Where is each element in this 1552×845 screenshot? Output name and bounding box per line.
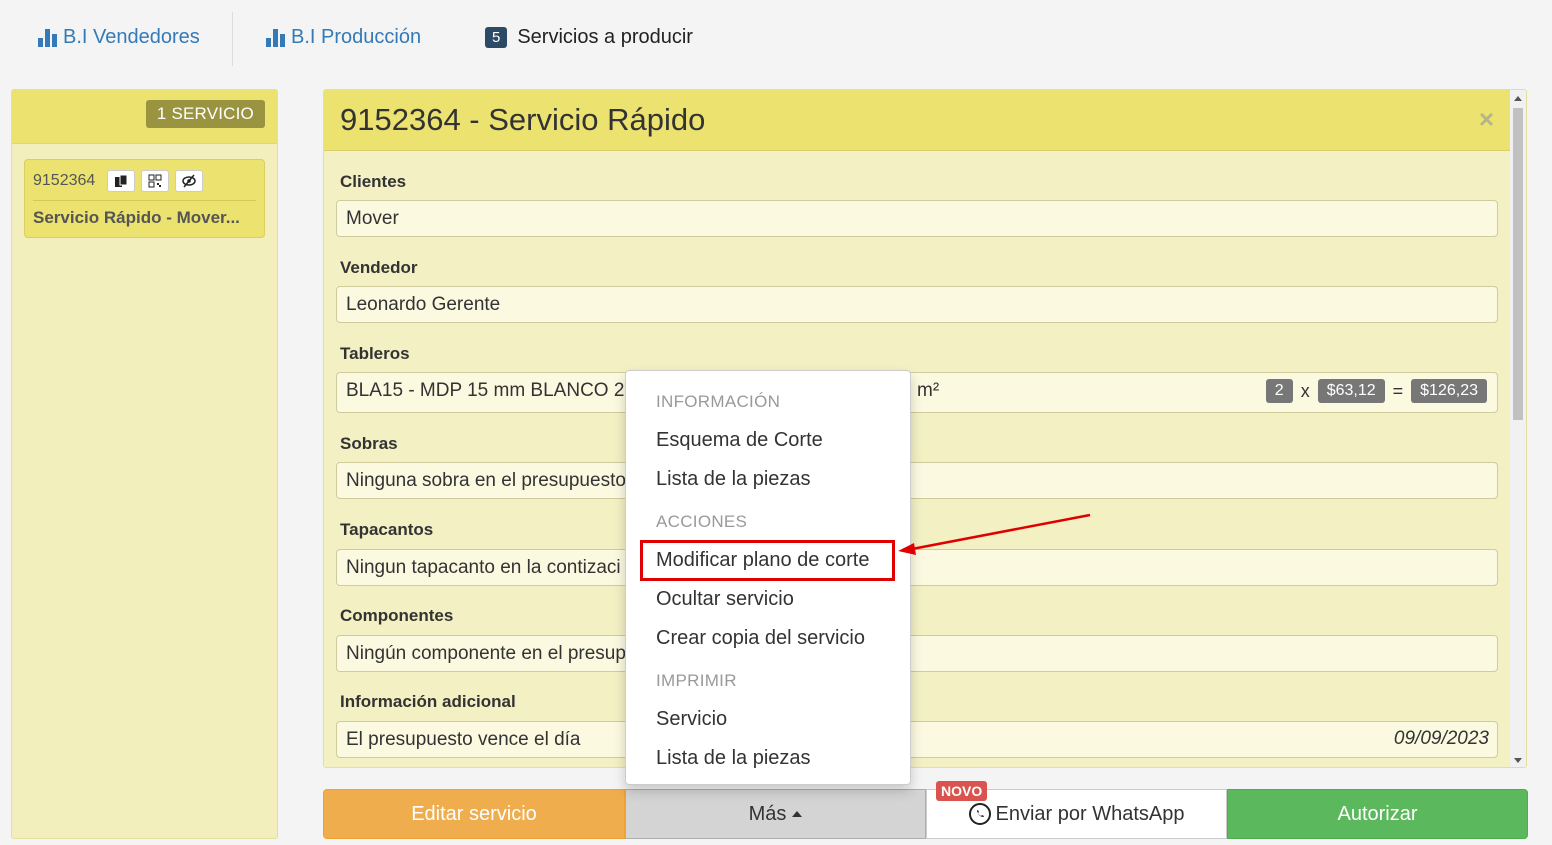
tableros-price-badge: $63,12 <box>1317 379 1385 403</box>
componentes-value: Ningún componente en el presup <box>346 643 626 664</box>
scroll-up-icon[interactable] <box>1514 96 1522 101</box>
tapacantos-field[interactable]: Ningun tapacanto en la contizaci <box>336 549 1498 586</box>
whatsapp-icon <box>968 803 991 825</box>
service-count-badge: 1 SERVICIO <box>145 100 265 128</box>
tapacantos-value: Ningun tapacanto en la contizaci <box>346 557 621 578</box>
tapacantos-label: Tapacantos <box>340 520 434 539</box>
service-card-title: Servicio Rápido - Mover... <box>33 208 240 227</box>
vendedor-value: Leonardo Gerente <box>346 294 501 315</box>
menu-item-ocultar-servicio[interactable]: Ocultar servicio <box>656 588 794 611</box>
authorize-button[interactable]: Autorizar <box>1227 789 1528 839</box>
top-nav: B.I Vendedores B.I Producción 5 Servicio… <box>0 0 1552 78</box>
card-divider <box>33 200 256 201</box>
scrollbar[interactable] <box>1510 90 1526 767</box>
copy-icon[interactable] <box>107 170 136 192</box>
menu-item-imprimir-lista-piezas[interactable]: Lista de la piezas <box>656 747 811 770</box>
service-detail-title: 9152364 - Servicio Rápido <box>340 102 706 137</box>
sobras-label: Sobras <box>340 434 398 453</box>
nav-bi-vendedores-label: B.I Vendedores <box>63 26 200 48</box>
dropdown-header-acciones: ACCIONES <box>656 512 748 531</box>
service-detail-panel: 9152364 - Servicio Rápido × Clientes Mov… <box>323 89 1527 768</box>
service-detail-header: 9152364 - Servicio Rápido × <box>324 90 1512 151</box>
tableros-price-calc: 2 x $63,12 = $126,23 <box>1265 379 1487 403</box>
tableros-total-badge: $126,23 <box>1411 379 1487 403</box>
nav-bi-produccion-label: B.I Producción <box>291 26 422 48</box>
services-list-header: 1 SERVICIO <box>12 90 277 144</box>
nav-servicios-label: Servicios a producir <box>517 26 693 48</box>
more-button-label: Más <box>748 802 787 825</box>
bar-chart-icon <box>266 28 285 47</box>
componentes-label: Componentes <box>340 606 454 625</box>
tableros-value: BLA15 - MDP 15 mm BLANCO 2 <box>346 380 625 401</box>
bar-chart-icon <box>38 28 57 47</box>
menu-item-crear-copia[interactable]: Crear copia del servicio <box>656 627 865 650</box>
tableros-unit: m² <box>917 380 940 401</box>
services-list-panel: 1 SERVICIO 9152364 Servicio Rápido - Mov… <box>11 89 278 839</box>
componentes-field[interactable]: Ningún componente en el presup <box>336 635 1498 672</box>
clientes-label: Clientes <box>340 172 407 191</box>
highlight-box <box>640 540 895 581</box>
equals-sign: = <box>1392 380 1404 401</box>
send-whatsapp-label: Enviar por WhatsApp <box>995 802 1185 825</box>
caret-up-icon <box>792 811 803 817</box>
more-button[interactable]: Más <box>625 789 926 839</box>
menu-item-lista-piezas[interactable]: Lista de la piezas <box>656 468 811 491</box>
service-card[interactable]: 9152364 Servicio Rápido - Mover... <box>24 159 265 238</box>
vendedor-label: Vendedor <box>340 258 418 277</box>
scrollbar-thumb[interactable] <box>1513 108 1523 420</box>
nav-divider <box>232 12 233 66</box>
eye-slash-icon[interactable] <box>175 170 204 192</box>
menu-item-imprimir-servicio[interactable]: Servicio <box>656 708 727 731</box>
tableros-field[interactable]: BLA15 - MDP 15 mm BLANCO 2 m² 2 x $63,12… <box>336 372 1498 413</box>
edit-service-button[interactable]: Editar servicio <box>323 789 625 839</box>
clientes-value: Mover <box>346 208 399 229</box>
info-adicional-label: Información adicional <box>340 692 516 711</box>
nav-servicios-a-producir[interactable]: 5 Servicios a producir <box>485 26 693 49</box>
nav-bi-produccion[interactable]: B.I Producción <box>266 26 421 49</box>
scroll-down-icon[interactable] <box>1514 758 1522 763</box>
menu-item-esquema-de-corte[interactable]: Esquema de Corte <box>656 429 823 452</box>
qr-code-icon[interactable] <box>141 170 170 192</box>
nav-bi-vendedores[interactable]: B.I Vendedores <box>38 26 200 49</box>
dropdown-header-informacion: INFORMACIÓN <box>656 392 781 411</box>
sobras-field[interactable]: Ninguna sobra en el presupuesto <box>336 462 1498 499</box>
info-adicional-field[interactable]: El presupuesto vence el día 09/09/2023 <box>336 721 1498 758</box>
sobras-value: Ninguna sobra en el presupuesto <box>346 470 626 491</box>
vendedor-field[interactable]: Leonardo Gerente <box>336 286 1498 323</box>
clientes-field[interactable]: Mover <box>336 200 1498 237</box>
info-adicional-value: El presupuesto vence el día <box>346 729 581 750</box>
close-icon[interactable]: × <box>1479 104 1494 135</box>
tableros-label: Tableros <box>340 344 410 363</box>
service-card-number: 9152364 <box>33 172 96 189</box>
servicios-count-badge: 5 <box>485 27 508 48</box>
expiry-date: 09/09/2023 <box>1393 728 1489 749</box>
tableros-qty-badge: 2 <box>1265 379 1293 403</box>
times-sign: x <box>1300 380 1310 401</box>
dropdown-header-imprimir: IMPRIMIR <box>656 671 737 690</box>
new-badge: NOVO <box>936 781 988 801</box>
